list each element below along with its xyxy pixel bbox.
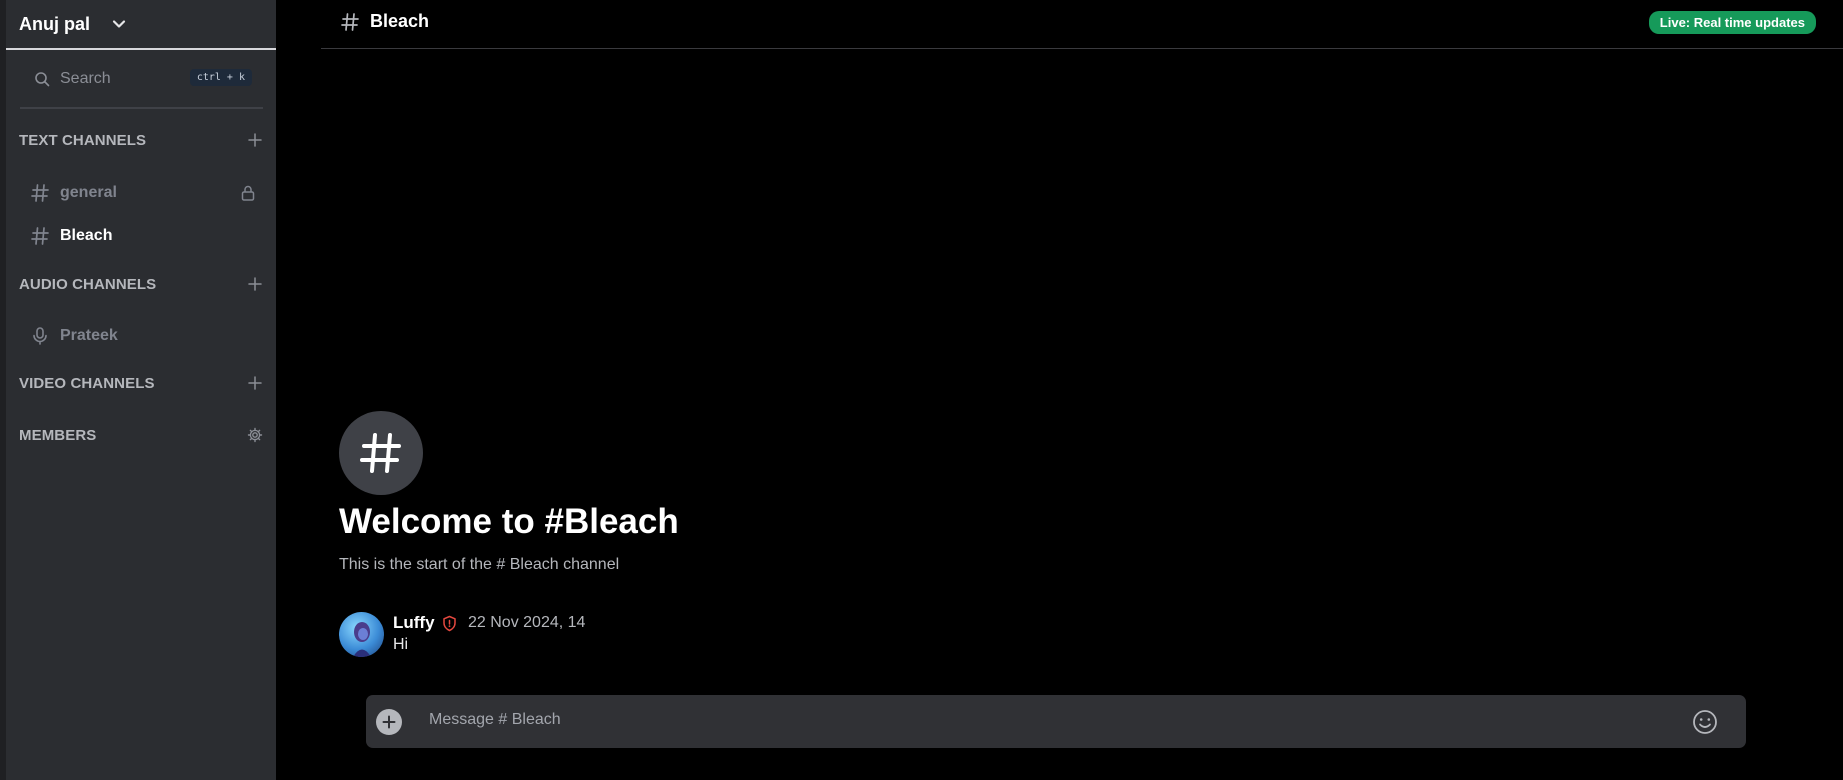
hash-icon <box>30 183 50 203</box>
server-name: Anuj pal <box>19 13 90 34</box>
channel-sidebar: Anuj pal Search ctrl + k TEXT CHANNELS g… <box>6 0 276 780</box>
shield-icon <box>441 615 458 632</box>
message-composer[interactable]: Message # Bleach <box>366 695 1746 748</box>
message-input[interactable]: Message # Bleach <box>429 711 561 729</box>
section-audio-channels: AUDIO CHANNELS <box>19 273 263 295</box>
section-label: VIDEO CHANNELS <box>19 374 155 392</box>
section-video-channels: VIDEO CHANNELS <box>19 372 263 394</box>
channel-label: general <box>60 184 117 201</box>
lock-icon <box>239 184 257 202</box>
hash-icon <box>30 226 50 246</box>
microphone-icon <box>30 326 50 346</box>
add-attachment-button[interactable] <box>376 709 402 735</box>
add-video-channel-icon[interactable] <box>247 375 263 391</box>
add-text-channel-icon[interactable] <box>247 132 263 148</box>
live-status-badge: Live: Real time updates <box>1648 11 1816 34</box>
hash-icon <box>340 12 360 32</box>
section-members: MEMBERS <box>19 424 263 446</box>
message-timestamp: 22 Nov 2024, 14 <box>468 614 586 631</box>
chevron-down-icon[interactable] <box>110 15 128 33</box>
section-label: TEXT CHANNELS <box>19 131 147 149</box>
channel-title: Bleach <box>370 11 430 31</box>
divider <box>20 107 263 109</box>
message-text: Hi <box>393 636 409 653</box>
channel-label: Prateek <box>60 327 118 344</box>
add-audio-channel-icon[interactable] <box>247 276 263 292</box>
search-placeholder: Search <box>60 70 111 87</box>
server-header[interactable]: Anuj pal <box>6 0 276 50</box>
message-author[interactable]: Luffy <box>393 613 435 633</box>
section-label: MEMBERS <box>19 426 97 444</box>
channel-label: Bleach <box>60 227 113 244</box>
section-label: AUDIO CHANNELS <box>19 275 157 293</box>
channel-header: Bleach Live: Real time updates <box>321 0 1843 49</box>
avatar[interactable] <box>339 612 384 657</box>
emoji-icon[interactable] <box>1691 708 1719 736</box>
channel-item-general[interactable]: general <box>30 179 263 207</box>
channel-item-prateek[interactable]: Prateek <box>30 322 263 350</box>
search-shortcut-hint: ctrl + k <box>189 69 252 86</box>
section-text-channels: TEXT CHANNELS <box>19 129 263 151</box>
search-button[interactable]: Search ctrl + k <box>20 66 260 92</box>
welcome-title: Welcome to #Bleach <box>339 502 679 541</box>
channel-item-bleach[interactable]: Bleach <box>30 222 263 250</box>
channel-hash-icon <box>339 411 423 495</box>
search-icon <box>34 71 50 87</box>
welcome-subtitle: This is the start of the # Bleach channe… <box>339 556 620 573</box>
gear-icon[interactable] <box>247 427 263 443</box>
